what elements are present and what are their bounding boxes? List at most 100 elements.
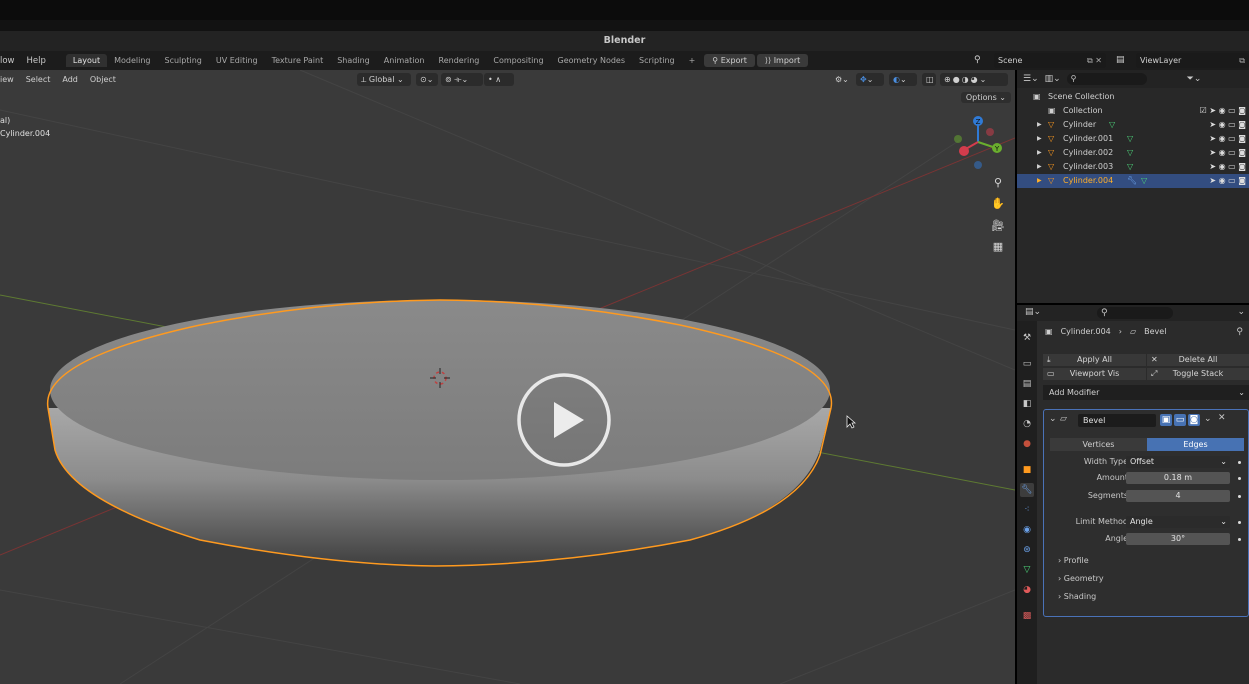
menu-object[interactable]: Object [84, 75, 122, 84]
xray-toggle-button[interactable]: ◫ [922, 73, 936, 86]
3d-viewport[interactable]: iew Select Add Object ⟂ Global ⌄ ⊙⌄ ⊚ ⟛⌄… [0, 70, 1015, 684]
keyframe-dot[interactable] [1238, 477, 1241, 480]
scene-pin-icon[interactable]: ⧉ ✕ [1087, 53, 1102, 68]
amount-field[interactable]: 0.18 m [1126, 472, 1230, 484]
menu-view[interactable]: iew [0, 75, 20, 84]
camera-view-icon[interactable]: 🎥︎ [989, 217, 1007, 235]
constraints-tab-icon[interactable]: ⊛ [1020, 543, 1034, 557]
segments-field[interactable]: 4 [1126, 490, 1230, 502]
shading-mode-buttons[interactable]: ⊕●◑◕⌄ [940, 73, 1008, 86]
tool-tab-icon[interactable]: ⚒ [1020, 331, 1034, 345]
outliner-row-cylinder-003[interactable]: ▶ ▽ Cylinder.003 ▽ ➤ ◉ ▭ ◙ [1017, 160, 1249, 174]
collapse-icon[interactable]: ⌄ [1049, 414, 1057, 424]
object-tab-icon[interactable]: ■ [1020, 463, 1034, 477]
import-button[interactable]: ⟩⟩ Import [756, 54, 809, 67]
display-mode-icon[interactable]: ▥⌄ [1045, 74, 1061, 84]
gizmo-toggle-button[interactable]: ✥⌄ [856, 73, 884, 86]
menu-help[interactable]: Help [21, 56, 52, 66]
modifier-name-input[interactable]: Bevel [1078, 414, 1156, 427]
modifier-menu-chevron-icon[interactable]: ⌄ [1204, 414, 1212, 424]
apply-all-button[interactable]: ⤓ Apply All [1043, 354, 1146, 366]
visibility-filter-button[interactable]: ⚙⌄ [831, 73, 853, 86]
tab-geometry-nodes[interactable]: Geometry Nodes [551, 54, 632, 67]
keyframe-dot[interactable] [1238, 521, 1241, 524]
ortho-grid-icon[interactable]: ▦ [989, 238, 1007, 256]
menu-add[interactable]: Add [56, 75, 84, 84]
outliner-collection[interactable]: ▣ Collection ☑ ➤ ◉ ▭ ◙ [1017, 104, 1249, 118]
video-play-button[interactable] [516, 372, 612, 468]
keyframe-dot[interactable] [1238, 461, 1241, 464]
expand-arrow-icon[interactable]: ▶ [1037, 118, 1042, 132]
object-toggles[interactable]: ➤ ◉ ▭ ◙ [1209, 160, 1246, 174]
object-toggles[interactable]: ➤ ◉ ▭ ◙ [1209, 146, 1246, 160]
navigation-gizmo[interactable]: Z Y [950, 114, 1008, 174]
pivot-point-button[interactable]: ⊙⌄ [416, 73, 438, 86]
viewlayer-icon[interactable]: ▤ [1116, 55, 1125, 65]
affect-vertices-button[interactable]: Vertices [1050, 438, 1147, 451]
tab-uv-editing[interactable]: UV Editing [209, 54, 265, 67]
properties-search-input[interactable]: ⚲ [1097, 307, 1173, 319]
angle-field[interactable]: 30° [1126, 533, 1230, 545]
keyframe-dot[interactable] [1238, 495, 1241, 498]
menu-select[interactable]: Select [20, 75, 57, 84]
profile-subpanel[interactable]: › Profile [1058, 556, 1089, 565]
object-toggles[interactable]: ➤ ◉ ▭ ◙ [1209, 174, 1246, 188]
snapping-button[interactable]: ⊚ ⟛⌄ [441, 73, 483, 86]
tab-rendering[interactable]: Rendering [432, 54, 487, 67]
viewlayer-field[interactable]: ViewLayer ⧉ [1136, 53, 1249, 68]
edit-mode-toggle-icon[interactable]: ▣ [1160, 414, 1172, 426]
world-tab-icon[interactable]: ● [1020, 437, 1034, 451]
outliner-search-input[interactable]: ⚲ [1066, 73, 1147, 85]
tab-layout[interactable]: Layout [65, 54, 108, 67]
material-tab-icon[interactable]: ◕ [1020, 583, 1034, 597]
remove-modifier-icon[interactable]: ✕ [1218, 413, 1226, 423]
geometry-subpanel[interactable]: › Geometry [1058, 574, 1104, 583]
outliner-row-cylinder[interactable]: ▶ ▽ Cylinder ▽ ➤ ◉ ▭ ◙ [1017, 118, 1249, 132]
scene-icon[interactable]: ⚲ [974, 55, 981, 65]
view-layer-tab-icon[interactable]: ◧ [1020, 397, 1034, 411]
toggle-stack-button[interactable]: ⤢ Toggle Stack [1147, 368, 1249, 380]
pin-icon[interactable]: ⚲ [1236, 327, 1243, 337]
outliner-row-cylinder-002[interactable]: ▶ ▽ Cylinder.002 ▽ ➤ ◉ ▭ ◙ [1017, 146, 1249, 160]
editor-type-icon[interactable]: ☰⌄ [1023, 74, 1039, 84]
add-modifier-dropdown[interactable]: Add Modifier ⌄ [1043, 385, 1249, 400]
transform-orientation-dropdown[interactable]: ⟂ Global ⌄ [357, 73, 411, 86]
expand-arrow-icon[interactable]: ▶ [1037, 174, 1042, 188]
viewlayer-copy-icon[interactable]: ⧉ [1239, 53, 1245, 68]
shading-subpanel[interactable]: › Shading [1058, 592, 1096, 601]
particles-tab-icon[interactable]: ⁖ [1020, 503, 1034, 517]
filter-icon[interactable]: ⏷⌄ [1187, 74, 1202, 84]
expand-arrow-icon[interactable]: ▶ [1037, 132, 1042, 146]
options-dropdown[interactable]: Options ⌄ [960, 92, 1011, 103]
collection-toggles[interactable]: ☑ ➤ ◉ ▭ ◙ [1200, 104, 1246, 118]
add-workspace-button[interactable]: + [682, 54, 703, 67]
physics-tab-icon[interactable]: ◉ [1020, 523, 1034, 537]
tab-modeling[interactable]: Modeling [107, 54, 157, 67]
object-toggles[interactable]: ➤ ◉ ▭ ◙ [1209, 132, 1246, 146]
viewport-vis-button[interactable]: ▭ Viewport Vis [1043, 368, 1146, 380]
expand-arrow-icon[interactable]: ▶ [1037, 160, 1042, 174]
texture-tab-icon[interactable]: ▩ [1020, 609, 1034, 623]
expand-arrow-icon[interactable]: ▶ [1037, 146, 1042, 160]
proportional-edit-button[interactable]: • ∧ [484, 73, 514, 86]
scene-tab-icon[interactable]: ◔ [1020, 417, 1034, 431]
tab-shading[interactable]: Shading [330, 54, 377, 67]
affect-edges-button[interactable]: Edges [1147, 438, 1244, 451]
tab-sculpting[interactable]: Sculpting [158, 54, 209, 67]
modifier-tab-icon[interactable]: 🔧︎ [1020, 483, 1034, 497]
overlays-button[interactable]: ◐⌄ [889, 73, 917, 86]
zoom-icon[interactable]: ⚲ [989, 174, 1007, 192]
editor-type-icon[interactable]: ▤⌄ [1025, 307, 1041, 317]
outliner-scene-collection[interactable]: ▣ Scene Collection [1017, 90, 1249, 104]
menu-window[interactable]: low [0, 56, 21, 66]
outliner-row-cylinder-004[interactable]: ▶ ▽ Cylinder.004 🔧︎ ▽ ➤ ◉ ▭ ◙ [1017, 174, 1249, 188]
scene-field[interactable]: Scene ⧉ ✕ [994, 53, 1106, 68]
mesh-data-tab-icon[interactable]: ▽ [1020, 563, 1034, 577]
export-button[interactable]: ⚲ Export [704, 54, 755, 67]
render-toggle-icon[interactable]: ◙ [1188, 414, 1200, 426]
outliner-row-cylinder-001[interactable]: ▶ ▽ Cylinder.001 ▽ ➤ ◉ ▭ ◙ [1017, 132, 1249, 146]
tab-scripting[interactable]: Scripting [632, 54, 682, 67]
chevron-down-icon[interactable]: ⌄ [1237, 307, 1245, 317]
render-tab-icon[interactable]: ▭ [1020, 357, 1034, 371]
pan-hand-icon[interactable]: ✋ [989, 195, 1007, 213]
